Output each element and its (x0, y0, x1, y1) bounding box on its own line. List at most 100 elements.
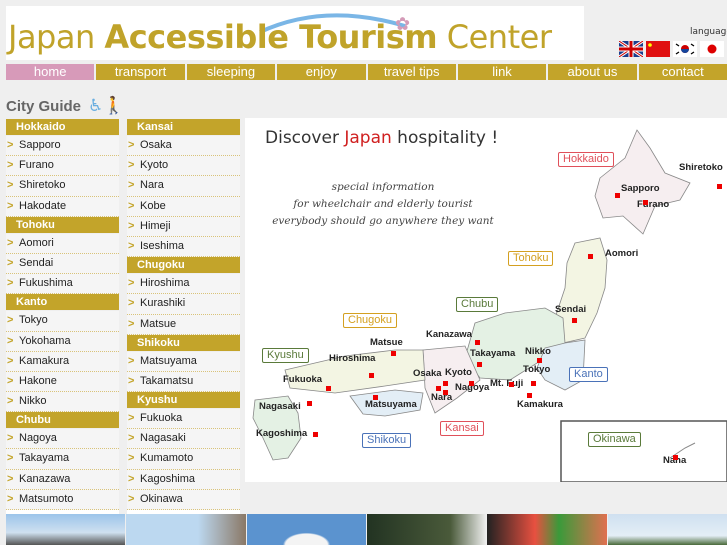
region-header-chugoku[interactable]: Chugoku (127, 257, 240, 274)
map-city-hiroshima[interactable]: Hiroshima (329, 353, 375, 364)
city-link-kumamoto[interactable]: > Kumamoto (127, 449, 240, 470)
city-link-osaka[interactable]: > Osaka (127, 136, 240, 157)
map-region-shikoku[interactable]: Shikoku (362, 433, 412, 448)
city-link-hakone[interactable]: > Hakone (6, 371, 119, 393)
english-flag-icon[interactable] (619, 41, 643, 57)
nav-enjoy[interactable]: enjoy (277, 64, 366, 80)
photo-mt-fuji[interactable] (246, 514, 366, 545)
chinese-flag-icon[interactable] (646, 41, 670, 57)
region-header-chubu[interactable]: Chubu (6, 412, 119, 429)
site-logo[interactable]: Japan Accessible Tourism Center (8, 18, 552, 56)
photo-city[interactable] (126, 514, 246, 545)
korean-flag-icon[interactable] (673, 41, 697, 57)
map-region-kyushu[interactable]: Kyushu (262, 348, 309, 363)
city-link-matsumoto[interactable]: > Matsumoto (6, 489, 119, 510)
map-city-kyoto[interactable]: Kyoto (445, 367, 472, 378)
city-label: Kyoto (140, 159, 169, 172)
map-city-osaka[interactable]: Osaka (413, 368, 442, 379)
photo-park[interactable] (366, 514, 487, 545)
arrow-icon: > (7, 159, 14, 172)
city-link-hiroshima[interactable]: > Hiroshima (127, 274, 240, 295)
city-link-kanazawa[interactable]: > Kanazawa (6, 469, 119, 490)
map-region-hokkaido[interactable]: Hokkaido (558, 152, 614, 167)
city-link-takamatsu[interactable]: > Takamatsu (127, 371, 240, 393)
city-link-nagoya[interactable]: > Nagoya (6, 429, 119, 450)
city-link-sapporo[interactable]: > Sapporo (6, 136, 119, 157)
city-label: Nagoya (19, 432, 57, 445)
city-link-fukuoka[interactable]: > Fukuoka (127, 409, 240, 430)
map-region-chugoku[interactable]: Chugoku (343, 313, 398, 328)
map-city-matsuyama[interactable]: Matsuyama (365, 399, 417, 410)
region-header-kyushu[interactable]: Kyushu (127, 392, 240, 409)
city-link-matsuyama[interactable]: > Matsuyama (127, 351, 240, 372)
nav-contact[interactable]: contact (638, 64, 727, 80)
region-header-shikoku[interactable]: Shikoku (127, 334, 240, 351)
city-link-fukushima[interactable]: > Fukushima (6, 274, 119, 295)
city-label: Takayama (19, 452, 70, 465)
map-region-kansai[interactable]: Kansai (440, 421, 484, 436)
region-header-tohoku[interactable]: Tohoku (6, 216, 119, 233)
map-city-sapporo[interactable]: Sapporo (621, 183, 660, 194)
city-link-kamakura[interactable]: > Kamakura (6, 351, 119, 372)
city-link-shiretoko[interactable]: > Shiretoko (6, 176, 119, 197)
city-label: Aomori (19, 236, 54, 249)
map-region-kanto[interactable]: Kanto (569, 367, 608, 382)
map-city-mtfuji[interactable]: Mt. Fuji (490, 378, 523, 389)
nav-about-us[interactable]: about us (548, 64, 637, 80)
arrow-icon: > (7, 277, 14, 290)
city-link-matsue[interactable]: > Matsue (127, 314, 240, 335)
map-city-sendai[interactable]: Sendai (555, 304, 586, 315)
logo-text: Japan (8, 18, 105, 56)
map-city-kamakura[interactable]: Kamakura (517, 399, 563, 410)
map-city-kanazawa[interactable]: Kanazawa (426, 329, 472, 340)
region-header-kanto[interactable]: Kanto (6, 294, 119, 311)
city-link-yokohama[interactable]: > Yokohama (6, 331, 119, 352)
map-city-nara[interactable]: Nara (431, 392, 452, 403)
photo-garden[interactable] (607, 514, 727, 545)
japan-map[interactable]: Discover Japan hospitality ! special inf… (245, 118, 727, 482)
city-link-kagoshima[interactable]: > Kagoshima (127, 469, 240, 490)
map-city-kagoshima[interactable]: Kagoshima (256, 428, 307, 439)
photo-castle[interactable] (6, 514, 126, 545)
city-link-iseshima[interactable]: > Iseshima (127, 236, 240, 258)
map-city-takayama[interactable]: Takayama (470, 348, 515, 359)
map-city-tokyo[interactable]: Tokyo (523, 364, 550, 375)
nav-travel-tips[interactable]: travel tips (367, 64, 456, 80)
city-link-nara[interactable]: > Nara (127, 176, 240, 197)
city-link-tokyo[interactable]: > Tokyo (6, 311, 119, 332)
arrow-icon: > (7, 472, 14, 485)
map-region-okinawa[interactable]: Okinawa (588, 432, 641, 447)
japanese-flag-icon[interactable] (700, 41, 724, 57)
city-link-nagasaki[interactable]: > Nagasaki (127, 429, 240, 450)
city-link-sendai[interactable]: > Sendai (6, 253, 119, 275)
city-link-himeji[interactable]: > Himeji (127, 216, 240, 237)
arrow-icon: > (7, 139, 14, 151)
city-link-kyoto[interactable]: > Kyoto (127, 156, 240, 177)
region-header-hokkaido[interactable]: Hokkaido (6, 119, 119, 135)
photo-sushi[interactable] (487, 514, 607, 545)
nav-sleeping[interactable]: sleeping (186, 64, 276, 80)
map-city-furano[interactable]: Furano (637, 199, 669, 210)
city-link-kurashiki[interactable]: > Kurashiki (127, 294, 240, 315)
map-city-fukuoka[interactable]: Fukuoka (283, 374, 322, 385)
city-link-takayama[interactable]: > Takayama (6, 449, 119, 470)
map-city-nikko[interactable]: Nikko (525, 346, 551, 357)
nav-link[interactable]: link (457, 64, 547, 80)
city-link-aomori[interactable]: > Aomori (6, 233, 119, 254)
map-region-chubu[interactable]: Chubu (456, 297, 499, 312)
map-city-aomori[interactable]: Aomori (605, 248, 638, 259)
city-link-nikko[interactable]: > Nikko (6, 392, 119, 413)
city-label: Kanazawa (19, 472, 71, 485)
city-link-okinawa[interactable]: > Okinawa (127, 489, 240, 510)
map-city-nagasaki[interactable]: Nagasaki (259, 401, 301, 412)
nav-home[interactable]: home (6, 64, 95, 80)
city-link-kobe[interactable]: > Kobe (127, 196, 240, 217)
map-region-tohoku[interactable]: Tohoku (508, 251, 554, 266)
city-link-hakodate[interactable]: > Hakodate (6, 196, 119, 217)
map-city-shiretoko[interactable]: Shiretoko (679, 162, 723, 173)
map-city-matsue[interactable]: Matsue (370, 337, 403, 348)
region-header-kansai[interactable]: Kansai (127, 119, 240, 135)
city-label: Hiroshima (140, 277, 190, 290)
city-link-furano[interactable]: > Furano (6, 156, 119, 177)
nav-transport[interactable]: transport (96, 64, 185, 80)
